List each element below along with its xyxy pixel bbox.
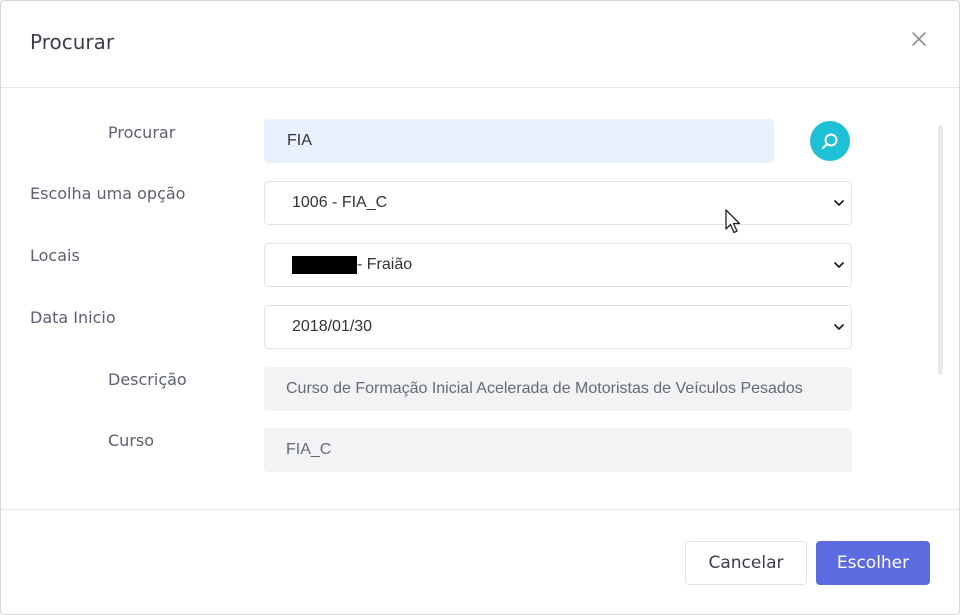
dialog-header: Procurar [1,1,959,88]
locais-label: Locais [30,246,80,265]
locais-select-value: - Fraião [357,256,413,274]
cancel-button[interactable]: Cancelar [685,541,807,585]
search-label: Procurar [108,123,176,142]
mouse-cursor-icon [725,209,741,234]
dialog-footer: Cancelar Escolher [1,509,959,614]
chevron-down-icon [834,200,844,206]
locais-select-content: - Fraião [292,255,413,274]
data-inicio-select[interactable]: 2018/01/30 [264,305,852,349]
data-inicio-label: Data Inicio [30,308,116,327]
dialog-title: Procurar [30,30,115,54]
scrollbar[interactable] [938,125,943,375]
search-icon [822,133,838,149]
curso-field: FIA_C [264,428,852,472]
dialog-body: Procurar Escolha uma opção 1006 - FIA_C … [1,88,959,508]
data-inicio-select-value: 2018/01/30 [292,318,373,335]
chevron-down-icon [834,262,844,268]
choose-button[interactable]: Escolher [816,541,930,585]
close-icon[interactable] [909,29,929,49]
descricao-label: Descrição [108,370,187,389]
redacted-block [292,255,357,274]
curso-label: Curso [108,431,155,450]
option-select[interactable]: 1006 - FIA_C [264,181,852,225]
search-input[interactable] [264,119,774,163]
search-button[interactable] [810,121,850,161]
descricao-field: Curso de Formação Inicial Acelerada de M… [264,367,852,411]
locais-select[interactable]: - Fraião [264,243,852,287]
chevron-down-icon [834,324,844,330]
search-dialog: Procurar Procurar Escolha uma opção 1006… [0,0,960,615]
option-label: Escolha uma opção [30,184,186,203]
option-select-value: 1006 - FIA_C [292,194,388,211]
